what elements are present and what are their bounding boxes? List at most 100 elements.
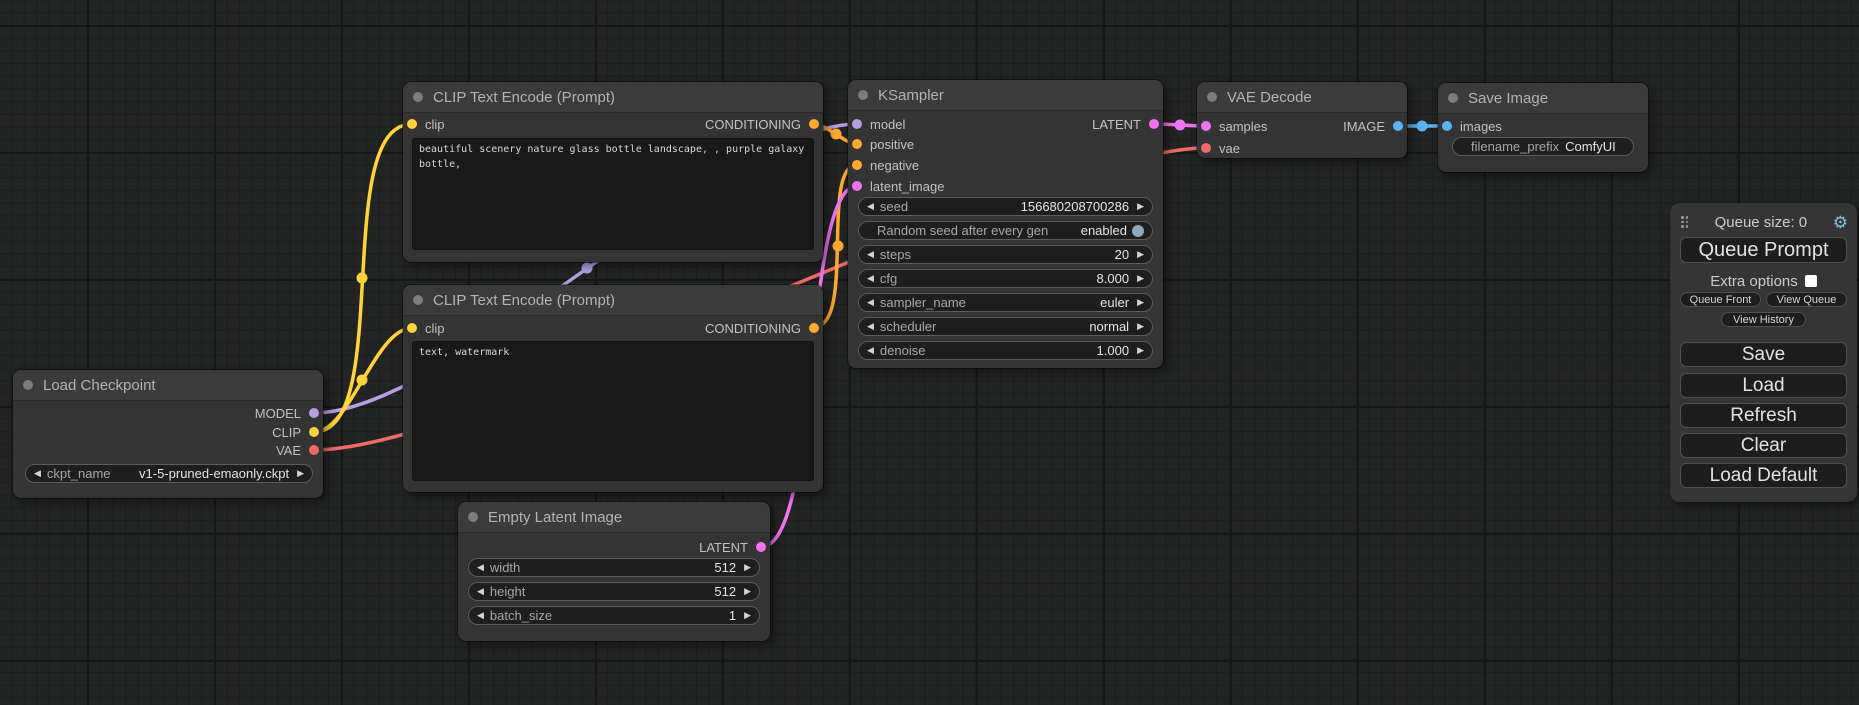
input-positive[interactable]: positive <box>852 137 914 151</box>
toggle-enabled-icon[interactable] <box>1132 225 1144 237</box>
input-clip[interactable]: clip <box>407 321 445 335</box>
negative-prompt-textarea[interactable]: text, watermark <box>412 341 814 481</box>
clip-port-icon[interactable] <box>309 427 319 437</box>
node-empty-latent-image[interactable]: Empty Latent Image LATENT ◀ width 512 ▶ … <box>458 502 770 641</box>
image-port-icon[interactable] <box>1393 121 1403 131</box>
increment-arrow-icon[interactable]: ▶ <box>744 562 751 573</box>
output-latent[interactable]: LATENT <box>1092 117 1159 131</box>
node-title-bar[interactable]: Load Checkpoint <box>13 370 323 401</box>
node-title-bar[interactable]: CLIP Text Encode (Prompt) <box>403 82 823 113</box>
positive-prompt-textarea[interactable]: beautiful scenery nature glass bottle la… <box>412 138 814 250</box>
increment-arrow-icon[interactable]: ▶ <box>1137 201 1144 212</box>
node-title-bar[interactable]: CLIP Text Encode (Prompt) <box>403 285 823 316</box>
output-image[interactable]: IMAGE <box>1343 119 1403 133</box>
node-clip-text-encode-negative[interactable]: CLIP Text Encode (Prompt) clip CONDITION… <box>403 285 823 492</box>
width-widget[interactable]: ◀ width 512 ▶ <box>468 558 760 577</box>
model-port-icon[interactable] <box>852 119 862 129</box>
decrement-arrow-icon[interactable]: ◀ <box>867 273 874 284</box>
output-latent[interactable]: LATENT <box>699 540 766 554</box>
batch-size-widget[interactable]: ◀ batch_size 1 ▶ <box>468 606 760 625</box>
collapse-dot-icon[interactable] <box>413 295 423 305</box>
denoise-widget[interactable]: ◀ denoise 1.000 ▶ <box>858 341 1153 360</box>
settings-gear-icon[interactable]: ⚙ <box>1833 214 1848 231</box>
output-clip[interactable]: CLIP <box>272 425 319 439</box>
conditioning-port-icon[interactable] <box>852 160 862 170</box>
vae-port-icon[interactable] <box>1201 143 1211 153</box>
input-model[interactable]: model <box>852 117 905 131</box>
latent-port-icon[interactable] <box>756 542 766 552</box>
seed-widget[interactable]: ◀ seed 156680208700286 ▶ <box>858 197 1153 216</box>
collapse-dot-icon[interactable] <box>1207 92 1217 102</box>
collapse-dot-icon[interactable] <box>468 512 478 522</box>
output-vae[interactable]: VAE <box>276 443 319 457</box>
collapse-dot-icon[interactable] <box>858 90 868 100</box>
decrement-arrow-icon[interactable]: ◀ <box>867 249 874 260</box>
input-images[interactable]: images <box>1442 119 1502 133</box>
cfg-widget[interactable]: ◀ cfg 8.000 ▶ <box>858 269 1153 288</box>
input-samples[interactable]: samples <box>1201 119 1267 133</box>
node-vae-decode[interactable]: VAE Decode samples vae IMAGE <box>1197 82 1407 158</box>
increment-arrow-icon[interactable]: ▶ <box>1137 273 1144 284</box>
output-model[interactable]: MODEL <box>255 406 319 420</box>
node-load-checkpoint[interactable]: Load Checkpoint MODEL CLIP VAE ◀ ckpt_na… <box>13 370 323 498</box>
output-conditioning[interactable]: CONDITIONING <box>705 321 819 335</box>
latent-port-icon[interactable] <box>1149 119 1159 129</box>
decrement-arrow-icon[interactable]: ◀ <box>477 610 484 621</box>
model-port-icon[interactable] <box>309 408 319 418</box>
filename-prefix-widget[interactable]: filename_prefix ComfyUI <box>1452 137 1634 156</box>
view-history-button[interactable]: View History <box>1721 312 1806 327</box>
vae-port-icon[interactable] <box>309 445 319 455</box>
latent-port-icon[interactable] <box>852 181 862 191</box>
node-title-bar[interactable]: Empty Latent Image <box>458 502 770 533</box>
decrement-arrow-icon[interactable]: ◀ <box>867 321 874 332</box>
decrement-arrow-icon[interactable]: ◀ <box>867 297 874 308</box>
decrement-arrow-icon[interactable]: ◀ <box>477 562 484 573</box>
drag-handle-icon[interactable] <box>1680 216 1689 229</box>
decrement-arrow-icon[interactable]: ◀ <box>477 586 484 597</box>
input-negative[interactable]: negative <box>852 158 919 172</box>
node-ksampler[interactable]: KSampler model positive negative latent_… <box>848 80 1163 368</box>
random-seed-toggle-widget[interactable]: Random seed after every gen enabled <box>858 221 1153 240</box>
load-button[interactable]: Load <box>1680 373 1847 398</box>
input-clip[interactable]: clip <box>407 117 445 131</box>
clip-port-icon[interactable] <box>407 119 417 129</box>
increment-arrow-icon[interactable]: ▶ <box>1137 297 1144 308</box>
input-latent-image[interactable]: latent_image <box>852 179 944 193</box>
increment-arrow-icon[interactable]: ▶ <box>744 586 751 597</box>
increment-arrow-icon[interactable]: ▶ <box>1137 345 1144 356</box>
decrement-arrow-icon[interactable]: ◀ <box>867 201 874 212</box>
node-title-bar[interactable]: VAE Decode <box>1197 82 1407 113</box>
increment-arrow-icon[interactable]: ▶ <box>297 468 304 479</box>
ckpt-name-widget[interactable]: ◀ ckpt_name v1-5-pruned-emaonly.ckpt ▶ <box>25 464 313 483</box>
increment-arrow-icon[interactable]: ▶ <box>1137 249 1144 260</box>
clip-port-icon[interactable] <box>407 323 417 333</box>
clear-button[interactable]: Clear <box>1680 433 1847 458</box>
collapse-dot-icon[interactable] <box>413 92 423 102</box>
extra-options-checkbox[interactable] <box>1805 275 1817 287</box>
increment-arrow-icon[interactable]: ▶ <box>744 610 751 621</box>
node-save-image[interactable]: Save Image images filename_prefix ComfyU… <box>1438 83 1648 172</box>
image-port-icon[interactable] <box>1442 121 1452 131</box>
conditioning-port-icon[interactable] <box>852 139 862 149</box>
output-conditioning[interactable]: CONDITIONING <box>705 117 819 131</box>
queue-front-button[interactable]: Queue Front <box>1680 292 1761 307</box>
steps-widget[interactable]: ◀ steps 20 ▶ <box>858 245 1153 264</box>
load-default-button[interactable]: Load Default <box>1680 463 1847 488</box>
decrement-arrow-icon[interactable]: ◀ <box>867 345 874 356</box>
view-queue-button[interactable]: View Queue <box>1766 292 1847 307</box>
queue-prompt-button[interactable]: Queue Prompt <box>1680 237 1847 263</box>
node-title-bar[interactable]: KSampler <box>848 80 1163 111</box>
sampler-name-widget[interactable]: ◀ sampler_name euler ▶ <box>858 293 1153 312</box>
latent-port-icon[interactable] <box>1201 121 1211 131</box>
input-vae[interactable]: vae <box>1201 141 1240 155</box>
conditioning-port-icon[interactable] <box>809 119 819 129</box>
height-widget[interactable]: ◀ height 512 ▶ <box>468 582 760 601</box>
conditioning-port-icon[interactable] <box>809 323 819 333</box>
increment-arrow-icon[interactable]: ▶ <box>1137 321 1144 332</box>
node-clip-text-encode-positive[interactable]: CLIP Text Encode (Prompt) clip CONDITION… <box>403 82 823 262</box>
scheduler-widget[interactable]: ◀ scheduler normal ▶ <box>858 317 1153 336</box>
refresh-button[interactable]: Refresh <box>1680 403 1847 428</box>
collapse-dot-icon[interactable] <box>23 380 33 390</box>
decrement-arrow-icon[interactable]: ◀ <box>34 468 41 479</box>
node-title-bar[interactable]: Save Image <box>1438 83 1648 114</box>
